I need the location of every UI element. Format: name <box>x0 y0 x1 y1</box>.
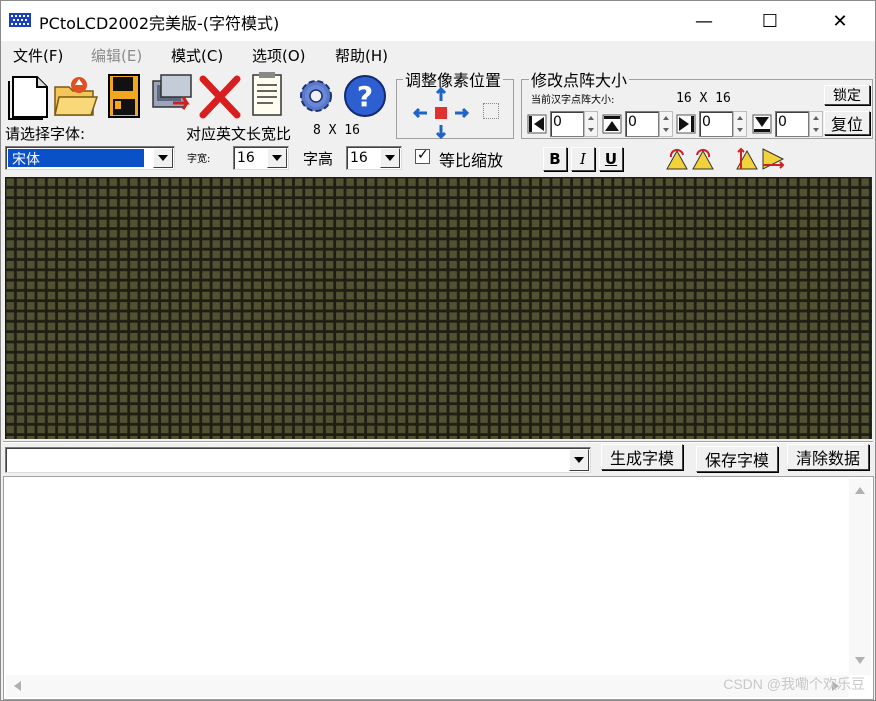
pixel-center-icon[interactable] <box>483 103 499 119</box>
top-edge-icon <box>601 113 623 135</box>
italic-button[interactable]: I <box>571 147 595 171</box>
width-select-value: 16 <box>237 150 255 166</box>
title-bar[interactable]: PCtoLCD2002完美版-(字符模式) — ☐ ✕ <box>1 1 875 41</box>
save-disk-icon[interactable] <box>101 71 147 121</box>
lock-button[interactable]: 锁定 <box>824 85 870 105</box>
width-label: 字宽: <box>187 154 211 165</box>
top-spinner-value[interactable]: 0 <box>625 111 659 137</box>
notepad-icon[interactable] <box>245 71 291 121</box>
minimize-button[interactable]: — <box>681 1 727 41</box>
menu-file[interactable]: 文件(F) <box>13 45 63 66</box>
svg-text:?: ? <box>357 80 373 113</box>
bottom-spinner-value[interactable]: 0 <box>775 111 809 137</box>
font-dropdown-icon[interactable] <box>153 148 173 168</box>
menu-options[interactable]: 选项(O) <box>252 45 306 66</box>
height-select-value: 16 <box>350 150 368 166</box>
menu-mode[interactable]: 模式(C) <box>171 45 223 66</box>
scroll-up-icon[interactable] <box>855 487 865 494</box>
underline-button[interactable]: U <box>599 147 623 171</box>
scroll-down-icon[interactable] <box>855 657 865 664</box>
proportional-label: 等比缩放 <box>439 151 504 170</box>
pixel-adjust-arrows[interactable] <box>411 86 473 140</box>
width-dropdown-icon[interactable] <box>267 148 287 168</box>
output-textarea[interactable] <box>3 476 874 700</box>
app-window: PCtoLCD2002完美版-(字符模式) — ☐ ✕ 文件(F) 编辑(E) … <box>0 0 876 701</box>
height-select[interactable]: 16 <box>346 146 402 170</box>
bottom-spinner-updown[interactable] <box>809 111 823 137</box>
open-folder-icon[interactable] <box>53 71 99 121</box>
current-size-label: 当前汉字点阵大小: <box>531 95 615 106</box>
ratio-label: 对应英文长宽比 <box>186 125 292 143</box>
font-select[interactable]: 宋体 <box>5 146 175 170</box>
font-select-value: 宋体 <box>7 148 145 168</box>
menu-bar: 文件(F) 编辑(E) 模式(C) 选项(O) 帮助(H) <box>1 41 875 67</box>
dot-matrix-canvas[interactable] <box>5 177 872 439</box>
clear-data-button[interactable]: 清除数据 <box>787 444 869 470</box>
matrix-size-title: 修改点阵大小 <box>529 67 630 91</box>
left-edge-icon <box>526 113 548 135</box>
menu-edit[interactable]: 编辑(E) <box>91 45 142 66</box>
current-size-value: 16 X 16 <box>676 91 731 106</box>
top-spinner[interactable]: 0 <box>601 111 675 137</box>
scroll-left-icon[interactable] <box>14 681 21 691</box>
horizontal-scrollbar[interactable] <box>6 675 848 697</box>
dot-matrix-grid[interactable] <box>5 177 872 439</box>
flip-vertical-icon[interactable] <box>735 147 759 171</box>
flip-horizontal-icon[interactable] <box>761 147 785 171</box>
settings-computer-icon[interactable] <box>149 71 195 121</box>
close-button[interactable]: ✕ <box>817 1 863 41</box>
delete-x-icon[interactable] <box>197 71 243 121</box>
gear-icon[interactable] <box>293 71 339 121</box>
menu-help[interactable]: 帮助(H) <box>335 45 388 66</box>
character-input[interactable] <box>5 447 591 473</box>
right-spinner[interactable]: 0 <box>675 111 749 137</box>
left-spinner[interactable]: 0 <box>526 111 600 137</box>
right-spinner-value[interactable]: 0 <box>699 111 733 137</box>
bottom-edge-icon <box>751 113 773 135</box>
rotate-right-icon[interactable] <box>691 147 715 171</box>
window-title: PCtoLCD2002完美版-(字符模式) <box>39 14 280 33</box>
right-spinner-updown[interactable] <box>733 111 747 137</box>
height-label: 字高 <box>303 150 334 168</box>
bold-button[interactable]: B <box>543 147 567 171</box>
left-spinner-updown[interactable] <box>584 111 598 137</box>
proportional-checkbox[interactable] <box>415 147 430 164</box>
bottom-spinner[interactable]: 0 <box>751 111 825 137</box>
top-spinner-updown[interactable] <box>659 111 673 137</box>
help-icon[interactable]: ? <box>341 71 387 121</box>
maximize-button[interactable]: ☐ <box>747 1 793 41</box>
ratio-value: 8 X 16 <box>313 123 360 138</box>
vertical-scrollbar[interactable] <box>849 479 871 675</box>
width-select[interactable]: 16 <box>233 146 289 170</box>
height-dropdown-icon[interactable] <box>380 148 400 168</box>
rotate-left-icon[interactable] <box>665 147 689 171</box>
app-logo-icon <box>9 11 31 29</box>
reset-button[interactable]: 复位 <box>824 111 870 135</box>
generate-button[interactable]: 生成字模 <box>601 444 683 470</box>
save-font-button[interactable]: 保存字模 <box>696 446 778 472</box>
left-spinner-value[interactable]: 0 <box>550 111 584 137</box>
character-dropdown-icon[interactable] <box>569 449 589 471</box>
divider <box>3 441 873 443</box>
right-edge-icon <box>675 113 697 135</box>
new-file-icon[interactable] <box>7 71 53 121</box>
watermark: CSDN @我嘞个欢乐豆 <box>723 676 865 692</box>
font-select-label: 请选择字体: <box>5 125 86 143</box>
